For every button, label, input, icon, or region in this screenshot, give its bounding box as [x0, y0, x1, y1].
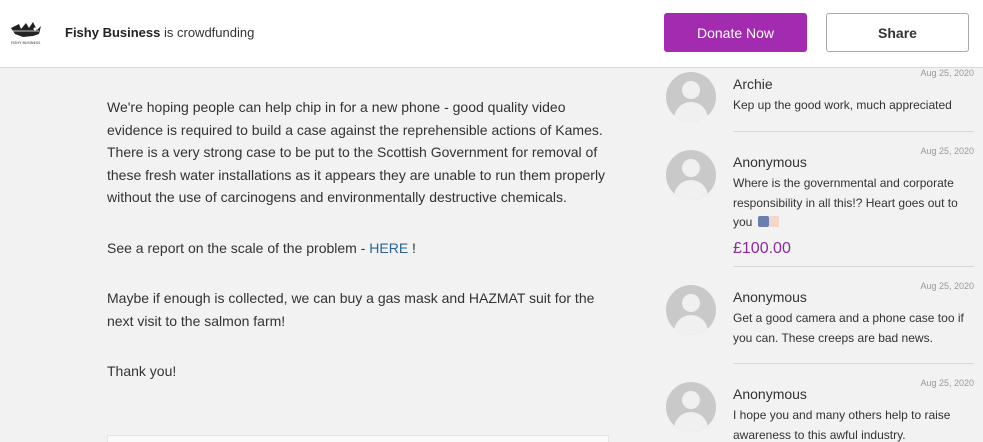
- story-paragraph: See a report on the scale of the problem…: [107, 237, 617, 260]
- person-emoji-icon: [757, 216, 769, 227]
- donation-item: Anonymous Aug 25, 2020 Get a good camera…: [666, 281, 974, 345]
- donor-name: Archie: [733, 76, 773, 92]
- story-paragraph: Thank you!: [107, 363, 177, 379]
- story-image: [107, 435, 609, 442]
- story-text: !: [408, 239, 416, 256]
- organizer-suffix: is crowdfunding: [164, 25, 255, 40]
- donation-date: Aug 25, 2020: [920, 146, 974, 156]
- campaign-story: We're hoping people can help chip in for…: [107, 96, 617, 411]
- campaign-owner-line: Fishy Business is crowdfunding: [65, 25, 254, 40]
- donation-date: Aug 25, 2020: [920, 281, 974, 291]
- fishy-business-logo[interactable]: FISHY BUSINESS: [9, 20, 43, 46]
- story-paragraph: We're hoping people can help chip in for…: [107, 99, 606, 205]
- donate-now-button[interactable]: Donate Now: [664, 13, 807, 52]
- donation-message: Where is the governmental and corporate …: [733, 174, 975, 233]
- avatar-icon: [666, 382, 716, 432]
- donor-name: Anonymous: [733, 386, 807, 402]
- share-button[interactable]: Share: [826, 13, 969, 52]
- divider: [733, 131, 974, 132]
- organizer-name[interactable]: Fishy Business: [65, 25, 160, 40]
- donation-date: Aug 25, 2020: [920, 68, 974, 78]
- story-text: See a report on the scale of the problem…: [107, 239, 370, 256]
- report-link[interactable]: HERE: [369, 240, 408, 256]
- logo-text: FISHY BUSINESS: [11, 41, 41, 45]
- divider: [733, 266, 974, 267]
- donor-name: Anonymous: [733, 289, 807, 305]
- donation-message: Kep up the good work, much appreciated: [733, 98, 952, 112]
- skin-tone-emoji-icon: [768, 216, 779, 227]
- top-header: FISHY BUSINESS Fishy Business is crowdfu…: [0, 0, 983, 68]
- avatar-icon: [666, 150, 716, 200]
- donation-amount: £100.00: [733, 240, 791, 257]
- story-paragraph: Maybe if enough is collected, we can buy…: [107, 290, 595, 329]
- divider: [733, 363, 974, 364]
- donor-name: Anonymous: [733, 154, 807, 170]
- donation-item: Anonymous Aug 25, 2020 I hope you and ma…: [666, 378, 974, 442]
- donation-date: Aug 25, 2020: [920, 378, 974, 388]
- donation-item: Archie Aug 25, 2020 Kep up the good work…: [666, 68, 974, 127]
- avatar-icon: [666, 285, 716, 335]
- donation-item: Anonymous Aug 25, 2020 Where is the gove…: [666, 146, 975, 262]
- donation-message: I hope you and many others help to raise…: [733, 408, 951, 442]
- avatar-icon: [666, 72, 716, 122]
- donation-message: Get a good camera and a phone case too i…: [733, 311, 964, 345]
